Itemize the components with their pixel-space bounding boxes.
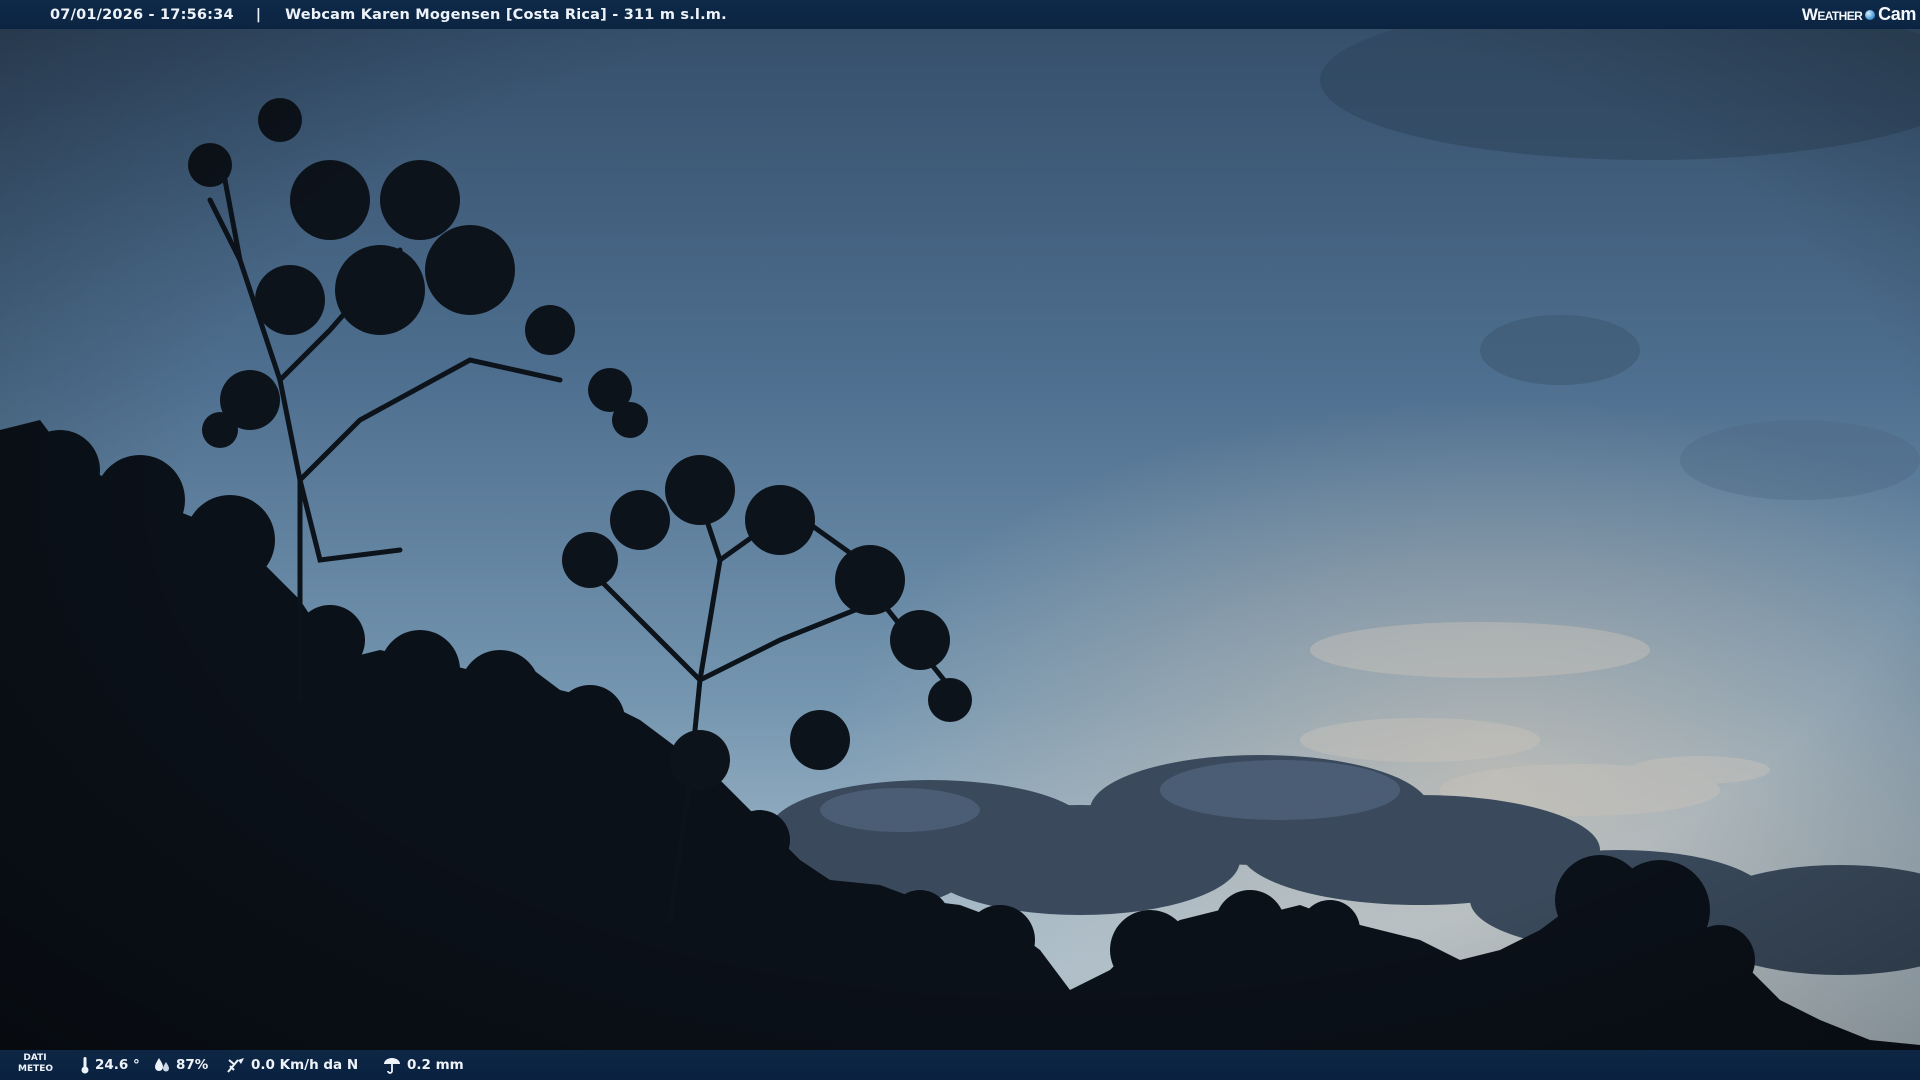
wind-readout: 0.0 Km/h da N — [226, 1050, 358, 1080]
timestamp: 07/01/2026 - 17:56:34 — [50, 6, 234, 23]
temperature-value: 24.6 ° — [95, 1057, 140, 1073]
wind-vane-icon — [227, 1058, 244, 1073]
water-drops-icon — [155, 1058, 169, 1072]
rain-value: 0.2 mm — [407, 1057, 464, 1073]
humidity-readout: 87% — [153, 1050, 208, 1080]
logo-text-weather: Weather — [1801, 4, 1863, 24]
logo-dot-icon — [1865, 9, 1876, 20]
weather-cam-logo-icon: Weather Cam — [1801, 2, 1917, 27]
humidity-value: 87% — [176, 1057, 209, 1073]
wind-value: 0.0 Km/h da N — [251, 1057, 359, 1073]
thermometer-icon — [81, 1057, 89, 1074]
header-bar: 07/01/2026 - 17:56:34 | Webcam Karen Mog… — [0, 0, 1920, 29]
rain-readout: 0.2 mm — [382, 1050, 464, 1080]
logo-text-cam: Cam — [1878, 4, 1916, 24]
temperature-readout: 24.6 ° — [80, 1050, 140, 1080]
meteo-label-line1: DATI — [23, 1053, 47, 1063]
meteo-label-line2: METEO — [18, 1064, 54, 1074]
header-separator: | — [255, 6, 262, 23]
rain-gauge-icon — [384, 1058, 400, 1074]
weather-data-bar: DATI METEO 24.6 ° 87% 0.0 Km/h da N 0.2 … — [0, 1050, 1920, 1080]
webcam-image — [0, 0, 1920, 1080]
webcam-title: Webcam Karen Mogensen [Costa Rica] - 311… — [285, 6, 727, 23]
meteo-label: DATI METEO — [18, 1053, 54, 1075]
